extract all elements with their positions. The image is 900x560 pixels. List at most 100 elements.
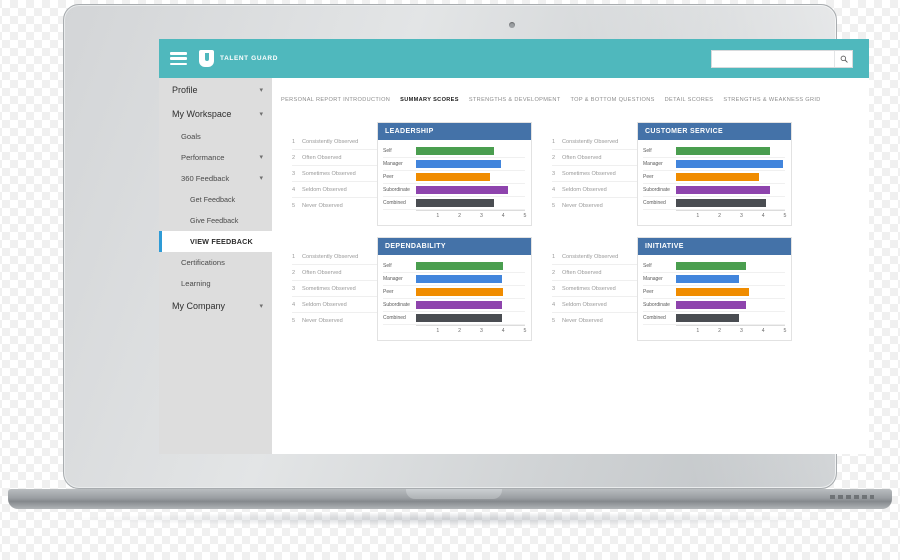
brand-logo[interactable]: TALENT GUARD — [199, 50, 278, 67]
scale-row: 4 Seldom Observed — [292, 182, 388, 198]
scale-label: Consistently Observed — [302, 253, 359, 260]
bar-track — [416, 184, 525, 196]
bar-label: Combined — [643, 200, 666, 206]
sidebar-item-label: Certifications — [181, 258, 225, 267]
axis-tick-label: 2 — [458, 213, 462, 219]
scale-row: 5 Never Observed — [552, 313, 648, 328]
sidebar-item-label: Get Feedback — [190, 195, 236, 204]
chevron-down-icon: ▾ — [259, 154, 263, 161]
tab-personal-report-introduction[interactable]: PERSONAL REPORT INTRODUCTION — [281, 97, 390, 103]
axis-tick-label: 5 — [783, 328, 787, 334]
scale-label: Seldom Observed — [302, 186, 347, 193]
bar-row: Peer — [383, 171, 525, 184]
bar-label: Manager — [383, 276, 403, 282]
bar-track — [676, 286, 785, 298]
scale-row: 2 Often Observed — [292, 150, 388, 166]
axis-tick-label: 4 — [761, 213, 765, 219]
sidebar-item-get-feedback[interactable]: Get Feedback — [159, 189, 272, 210]
x-axis: 1 2 3 4 5 — [416, 210, 526, 223]
sidebar-item-performance[interactable]: Performance ▾ — [159, 147, 272, 168]
scale-row: 3 Sometimes Observed — [552, 281, 648, 297]
scale-label: Seldom Observed — [562, 301, 607, 308]
bar-track — [416, 197, 525, 209]
bar-track — [416, 145, 525, 157]
hamburger-icon[interactable] — [170, 52, 187, 65]
bar-label: Subordinate — [643, 302, 670, 308]
bar-track — [676, 197, 785, 209]
chart-body: Self Manager Peer Subordinate Combined 1 2 3 4 5 — [378, 140, 531, 225]
scale-row: 4 Seldom Observed — [292, 297, 388, 313]
report-tabs: PERSONAL REPORT INTRODUCTION SUMMARY SCOR… — [272, 78, 869, 103]
bar-label: Combined — [383, 200, 406, 206]
bar-track — [416, 312, 525, 324]
scale-number: 5 — [552, 202, 556, 209]
bar-label: Combined — [643, 315, 666, 321]
bar-track — [416, 286, 525, 298]
tab-detail-scores[interactable]: DETAIL SCORES — [665, 97, 714, 103]
scale-row: 5 Never Observed — [292, 313, 388, 328]
bar-row: Manager — [643, 158, 785, 171]
bar-row: Peer — [643, 286, 785, 299]
bar-label: Subordinate — [383, 187, 410, 193]
bar-row: Subordinate — [383, 184, 525, 197]
chart-title: INITIATIVE — [638, 238, 791, 255]
hinge-notch — [406, 489, 502, 499]
sidebar-item-goals[interactable]: Goals — [159, 126, 272, 147]
search-input[interactable] — [712, 50, 834, 67]
rating-scale-legend: 1 Consistently Observed 2 Often Observed 3 So… — [552, 134, 648, 213]
scale-label: Consistently Observed — [562, 253, 619, 260]
axis-tick-label: 3 — [739, 328, 743, 334]
rating-scale-legend: 1 Consistently Observed 2 Often Observed 3 So… — [292, 134, 388, 213]
chart-panel: 1 Consistently Observed 2 Often Observed 3 So… — [292, 237, 534, 341]
axis-tick-label: 2 — [458, 328, 462, 334]
tab-strengths-weakness-grid[interactable]: STRENGTHS & WEAKNESS GRID — [723, 97, 820, 103]
scale-number: 2 — [292, 154, 296, 161]
chevron-down-icon: ▾ — [259, 86, 263, 94]
sidebar-item-my-workspace[interactable]: My Workspace ▾ — [159, 102, 272, 126]
bar-self — [416, 147, 495, 155]
tab-strengths-development[interactable]: STRENGTHS & DEVELOPMENT — [469, 97, 561, 103]
hinge-vents — [830, 495, 874, 499]
scale-row: 4 Seldom Observed — [552, 182, 648, 198]
sidebar-item-view-feedback[interactable]: VIEW FEEDBACK — [159, 231, 272, 252]
scale-label: Never Observed — [302, 202, 343, 209]
tab-top-bottom-questions[interactable]: TOP & BOTTOM QUESTIONS — [571, 97, 655, 103]
sidebar-item-learning[interactable]: Learning — [159, 273, 272, 294]
bar-manager — [416, 160, 502, 168]
rating-scale-legend: 1 Consistently Observed 2 Often Observed 3 So… — [292, 249, 388, 328]
scale-label: Often Observed — [562, 269, 602, 276]
screen-viewport: TALENT GUARD Profile ▾ My Workspace ▾ Goals P… — [159, 39, 869, 454]
axis-tick-label: 1 — [696, 213, 700, 219]
chart-panel: 1 Consistently Observed 2 Often Observed 3 So… — [292, 122, 534, 226]
chart-title: DEPENDABILITY — [378, 238, 531, 255]
chart-panel: 1 Consistently Observed 2 Often Observed 3 So… — [552, 122, 794, 226]
bar-subordinate — [676, 186, 770, 194]
sidebar-item-label: Learning — [181, 279, 211, 288]
tab-summary-scores[interactable]: SUMMARY SCORES — [400, 97, 459, 103]
search-box[interactable] — [711, 49, 853, 68]
bar-manager — [416, 275, 503, 283]
laptop-mockup: TALENT GUARD Profile ▾ My Workspace ▾ Goals P… — [0, 0, 900, 560]
bar-track — [416, 171, 525, 183]
sidebar-item-profile[interactable]: Profile ▾ — [159, 78, 272, 102]
sidebar-item-certifications[interactable]: Certifications — [159, 252, 272, 273]
axis-tick-label: 1 — [696, 328, 700, 334]
sidebar-item-360-feedback[interactable]: 360 Feedback ▾ — [159, 168, 272, 189]
bar-manager — [676, 160, 783, 168]
scale-row: 1 Consistently Observed — [292, 249, 388, 265]
sidebar-item-label: 360 Feedback — [181, 174, 230, 183]
brand-name: TALENT GUARD — [220, 55, 278, 62]
bar-row: Peer — [643, 171, 785, 184]
sidebar-nav: Profile ▾ My Workspace ▾ Goals Performance ▾ 36… — [159, 78, 272, 454]
scale-label: Consistently Observed — [562, 138, 619, 145]
chart-panel: 1 Consistently Observed 2 Often Observed 3 So… — [552, 237, 794, 341]
sidebar-item-give-feedback[interactable]: Give Feedback — [159, 210, 272, 231]
scale-row: 5 Never Observed — [552, 198, 648, 213]
bar-label: Peer — [383, 174, 394, 180]
sidebar-item-my-company[interactable]: My Company ▾ — [159, 294, 272, 318]
scale-label: Sometimes Observed — [562, 285, 616, 292]
bar-track — [676, 273, 785, 285]
bar-row: Combined — [643, 312, 785, 325]
search-button[interactable] — [834, 50, 852, 67]
bar-row: Self — [383, 260, 525, 273]
